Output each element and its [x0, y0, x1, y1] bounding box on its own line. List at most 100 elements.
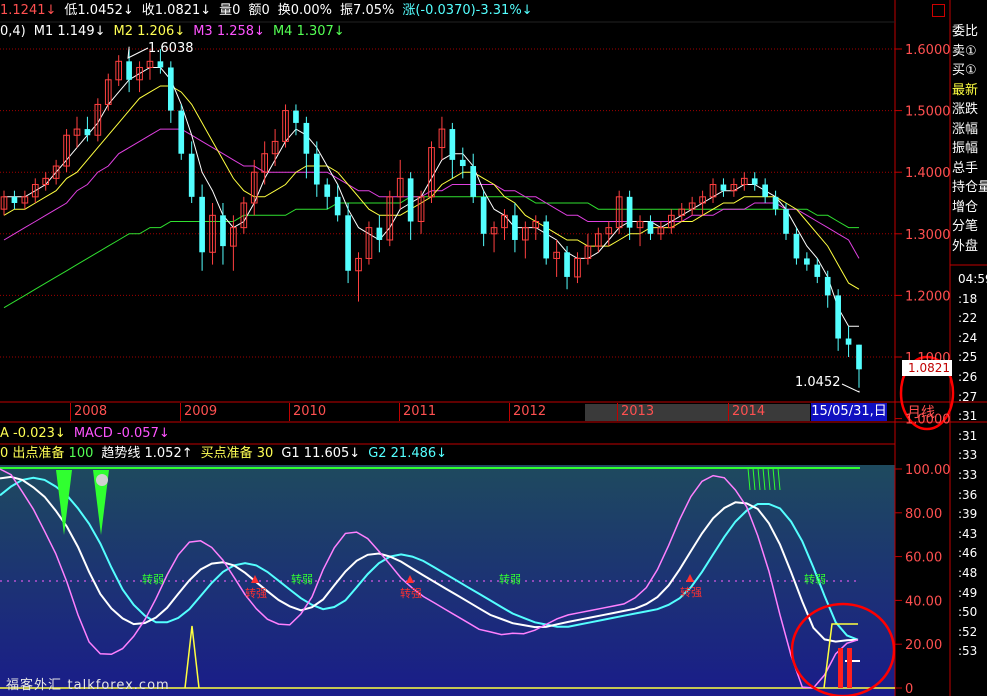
- candle-body-down: [449, 129, 456, 160]
- candle-body-down: [199, 196, 205, 253]
- year-tick: [289, 403, 290, 421]
- candle-body-down: [720, 184, 727, 191]
- high-annotation: 1.6038: [148, 41, 194, 56]
- candle-body-down: [512, 215, 518, 240]
- tick-time: :33: [958, 467, 978, 482]
- tick-time: :31: [958, 409, 978, 424]
- watermark-site: talkforex.com: [67, 678, 170, 693]
- osc-weak-label: 转弱: [142, 572, 164, 586]
- side-panel-item: 增仓: [952, 199, 979, 215]
- side-panel-item: 买①: [952, 63, 977, 78]
- year-axis: 2008 2009 2010 2011 2012 2013 2014: [0, 403, 895, 422]
- candle-body-down: [772, 196, 779, 210]
- year-label: 2014: [732, 404, 766, 419]
- osc-axis-label: 60.00: [905, 551, 942, 566]
- price-axis-label: 1.6000: [905, 43, 951, 58]
- price-axis-label: 1.3000: [905, 228, 951, 243]
- candle-body-down: [324, 184, 331, 197]
- price-axis-label: 1.5000: [905, 105, 951, 120]
- candle-body-down: [157, 61, 164, 68]
- candle-body-down: [470, 166, 477, 197]
- side-panel-item: 最新: [952, 82, 979, 98]
- price-axis-label: 1.2000: [905, 289, 951, 304]
- candle-body-down: [220, 215, 226, 247]
- tick-time: :48: [958, 565, 978, 580]
- year-label: 2013: [621, 404, 655, 419]
- candle-body-down: [543, 221, 550, 259]
- candle-body-down: [313, 153, 320, 185]
- tick-time: :26: [958, 369, 978, 384]
- osc-axis-label: 40.00: [905, 594, 942, 609]
- candle-body-down: [751, 178, 758, 185]
- candle-body-down: [835, 295, 841, 339]
- candle-body-down: [459, 159, 466, 167]
- year-label: 2009: [184, 404, 218, 419]
- candle-body-down: [647, 221, 654, 234]
- candle-body-down: [856, 344, 862, 370]
- year-tick: [180, 403, 181, 421]
- osc-axis-label: 100.00: [905, 463, 951, 478]
- period-label[interactable]: 月线: [907, 402, 935, 422]
- candle-body-down: [188, 153, 195, 197]
- osc-strong-label: 转强: [245, 586, 267, 600]
- candle-body-down: [126, 61, 132, 80]
- year-label: 2012: [513, 404, 547, 419]
- osc-axis-label: 20.00: [905, 638, 942, 653]
- tick-time: :50: [958, 605, 978, 620]
- candle-body-down: [564, 252, 570, 277]
- osc-strong-label: 转强: [400, 586, 422, 600]
- date-cursor[interactable]: 15/05/31,日: [811, 403, 887, 421]
- side-panel-item: 分笔: [952, 219, 979, 234]
- watermark: 福客外汇 talkforex.com: [6, 674, 170, 693]
- osc-weak-label: 转弱: [804, 572, 826, 586]
- candle-body-down: [345, 215, 351, 271]
- tick-time: :27: [958, 389, 978, 404]
- side-panel-item: 涨幅: [952, 121, 979, 137]
- candle-body-down: [376, 227, 383, 240]
- tick-time: :31: [958, 428, 978, 443]
- candlesticks: [0, 46, 862, 393]
- tick-time-list: 04:59:18:22:24:25:26:27:31:31:33:33:36:3…: [958, 270, 987, 662]
- candle-body-down: [303, 122, 310, 154]
- tick-time: :39: [958, 507, 978, 522]
- face-icon: [96, 474, 108, 486]
- side-panel-item: 持仓量: [952, 180, 987, 195]
- tick-time: :46: [958, 546, 978, 561]
- side-panel-item: 外盘: [952, 238, 979, 254]
- candle-body-down: [793, 233, 800, 259]
- low-annotation: 1.0452: [795, 375, 841, 390]
- candle-body-down: [783, 209, 789, 234]
- watermark-brand: 福客外汇: [6, 678, 63, 693]
- tick-time: :53: [958, 644, 978, 659]
- candle-body-down: [824, 276, 831, 296]
- price-chart-canvas[interactable]: 转弱 转弱 转弱 转弱转强 转强 转强 1.6000 1.5000 1.4000 1.3000 1…: [0, 0, 987, 696]
- year-tick: [509, 403, 510, 421]
- side-panel-item: 振幅: [952, 141, 979, 156]
- candle-body-down: [845, 338, 852, 345]
- year-label: 2011: [403, 404, 437, 419]
- tick-time: :52: [958, 624, 978, 639]
- year-tick: [617, 403, 618, 421]
- tick-time: :36: [958, 487, 978, 502]
- osc-weak-label: 转弱: [499, 572, 521, 586]
- side-panel-item: 涨跌: [952, 102, 979, 117]
- year-tick: [728, 403, 729, 421]
- current-price-tag: 1.0821: [902, 360, 952, 376]
- red-bar: [838, 648, 843, 688]
- osc-strong-label: 转强: [680, 585, 702, 599]
- candle-body-down: [804, 258, 810, 265]
- candle-body-down: [814, 264, 821, 277]
- year-label: 2010: [293, 404, 327, 419]
- red-bar: [847, 648, 852, 688]
- side-panel-item: 卖①: [952, 43, 977, 59]
- side-panel-item: 委比: [952, 24, 979, 39]
- osc-axis-label: 0: [905, 682, 913, 696]
- candle-body-down: [167, 67, 174, 111]
- year-tick: [399, 403, 400, 421]
- panel-toggle-icon[interactable]: [932, 4, 945, 17]
- tick-time: :22: [958, 311, 978, 326]
- candle-body-down: [178, 110, 185, 154]
- candle-body-down: [84, 129, 91, 136]
- tick-time: 04:59: [958, 272, 987, 286]
- candle-body-down: [293, 110, 299, 123]
